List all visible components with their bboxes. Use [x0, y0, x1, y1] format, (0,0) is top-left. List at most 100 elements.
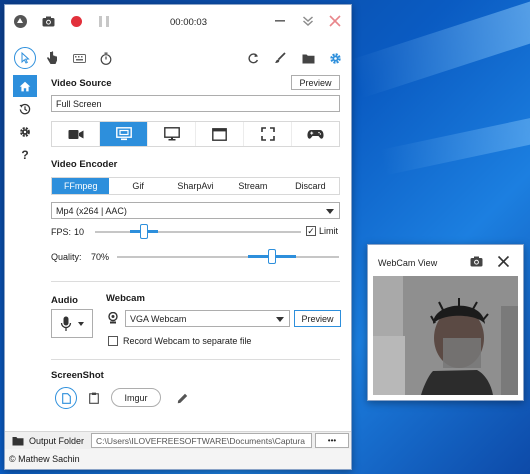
fps-label: FPS:	[51, 227, 72, 237]
desktop-light-beam	[380, 87, 530, 176]
brush-icon	[275, 52, 286, 63]
video-encoder-heading: Video Encoder	[51, 159, 118, 170]
tab-ffmpeg[interactable]: FFmpeg	[52, 178, 110, 194]
collapse-up-icon	[13, 14, 27, 28]
include-clicks-toggle[interactable]	[45, 51, 59, 65]
cursor-icon	[21, 51, 30, 64]
tab-sharpavi[interactable]: SharpAvi	[167, 178, 224, 194]
quality-value: 70%	[91, 252, 110, 262]
webcam-device-value: VGA Webcam	[130, 313, 187, 324]
dropdown-arrow-icon	[78, 321, 84, 326]
screenshot-heading: ScreenShot	[51, 370, 104, 381]
webcam-capture-button[interactable]	[470, 256, 484, 268]
screenshot-button[interactable]	[41, 14, 55, 28]
dropdown-arrow-icon	[276, 317, 284, 322]
hand-pointer-icon	[47, 51, 57, 64]
limit-check-icon: ✓	[306, 225, 316, 236]
source-monitor-option[interactable]	[148, 122, 196, 146]
video-camera-icon	[68, 129, 83, 139]
sidebar-item-home[interactable]	[13, 75, 37, 97]
section-divider	[51, 359, 340, 360]
fps-slider-thumb[interactable]	[140, 224, 148, 239]
quality-slider-thumb[interactable]	[268, 249, 276, 264]
pause-icon	[99, 15, 109, 27]
record-icon	[70, 15, 82, 27]
dropdown-arrow-icon	[326, 209, 334, 214]
settings-button[interactable]	[328, 51, 342, 65]
audio-heading: Audio	[51, 295, 78, 306]
overlay-editor-button[interactable]	[273, 51, 287, 65]
output-folder-path[interactable]: C:\Users\ILOVEFREESOFTWARE\Documents\Cap…	[91, 433, 312, 448]
close-button[interactable]	[328, 14, 342, 28]
window-icon	[212, 127, 227, 141]
copy-to-clipboard-toggle[interactable]	[87, 391, 101, 405]
webcam-preview-button[interactable]: Preview	[294, 310, 341, 327]
open-folder-button[interactable]	[301, 51, 315, 65]
webcam-person-image	[373, 276, 518, 395]
imgur-button[interactable]: Imgur	[111, 388, 161, 407]
folder-icon	[12, 437, 24, 446]
tab-gif[interactable]: Gif	[109, 178, 166, 194]
limit-label: Limit	[319, 226, 339, 236]
browse-output-button[interactable]: •••	[315, 433, 349, 448]
webcam-select[interactable]: VGA Webcam	[125, 310, 290, 327]
home-icon	[19, 81, 31, 91]
source-region-option[interactable]	[244, 122, 292, 146]
save-to-disk-toggle[interactable]	[55, 387, 77, 409]
sidebar-item-help[interactable]: ?	[13, 144, 37, 166]
fps-slider[interactable]	[95, 224, 301, 239]
record-button[interactable]	[69, 14, 83, 28]
include-keystrokes-toggle[interactable]	[72, 51, 86, 65]
output-folder-label: Output Folder	[29, 436, 85, 446]
desktop-light-beam	[350, 0, 530, 99]
title-bar: 00:00:03	[5, 5, 351, 39]
source-game-option[interactable]	[292, 122, 339, 146]
clipboard-icon	[89, 392, 99, 404]
codec-value: Mp4 (x264 | AAC)	[56, 205, 127, 216]
separate-file-label: Record Webcam to separate file	[123, 336, 252, 346]
video-source-heading: Video Source	[51, 78, 112, 89]
keyboard-icon	[72, 53, 86, 63]
video-source-preview-button[interactable]: Preview	[291, 75, 340, 90]
separate-file-box	[108, 336, 118, 346]
pause-button[interactable]	[97, 14, 111, 28]
codec-select[interactable]: Mp4 (x264 | AAC)	[51, 202, 340, 219]
section-divider	[51, 281, 340, 282]
source-webcam-option[interactable]	[52, 122, 100, 146]
tab-discard[interactable]: Discard	[282, 178, 339, 194]
fps-slider-track	[95, 231, 301, 233]
file-icon	[61, 392, 71, 404]
limit-checkbox[interactable]: ✓ Limit	[306, 226, 338, 236]
webcam-view-title: WebCam View	[378, 258, 438, 268]
tab-stream[interactable]: Stream	[224, 178, 281, 194]
monitor-icon	[163, 127, 180, 141]
output-folder-bar: Output Folder C:\Users\ILOVEFREESOFTWARE…	[5, 431, 351, 449]
webcam-view-close-button[interactable]	[497, 255, 511, 269]
minimize-button[interactable]	[273, 14, 287, 28]
timer-button[interactable]	[99, 51, 113, 65]
expand-button[interactable]	[301, 14, 315, 28]
double-chevron-down-icon	[303, 16, 313, 27]
quality-slider[interactable]	[117, 249, 339, 264]
encoder-tabs: FFmpeg Gif SharpAvi Stream Discard	[51, 177, 340, 195]
gear-icon	[20, 127, 30, 137]
screenshot-editor-button[interactable]	[175, 391, 189, 405]
refresh-button[interactable]	[246, 51, 260, 65]
gamepad-icon	[307, 129, 324, 139]
refresh-icon	[248, 53, 259, 64]
include-cursor-toggle[interactable]	[14, 47, 36, 69]
author-credit: © Mathew Sachin	[9, 454, 80, 464]
quality-slider-track	[117, 256, 339, 258]
collapse-button[interactable]	[13, 14, 27, 28]
camera-icon	[42, 16, 54, 26]
video-source-field: Full Screen	[51, 95, 340, 112]
sidebar-item-settings[interactable]	[13, 121, 37, 143]
sidebar-item-history[interactable]	[13, 98, 37, 120]
question-icon: ?	[21, 148, 29, 162]
source-screen-option[interactable]	[100, 122, 148, 146]
audio-source-button[interactable]	[51, 309, 93, 338]
quality-label: Quality:	[51, 252, 82, 262]
source-window-option[interactable]	[196, 122, 244, 146]
separate-file-checkbox[interactable]: Record Webcam to separate file	[108, 336, 251, 346]
status-bar: © Mathew Sachin	[5, 449, 351, 469]
